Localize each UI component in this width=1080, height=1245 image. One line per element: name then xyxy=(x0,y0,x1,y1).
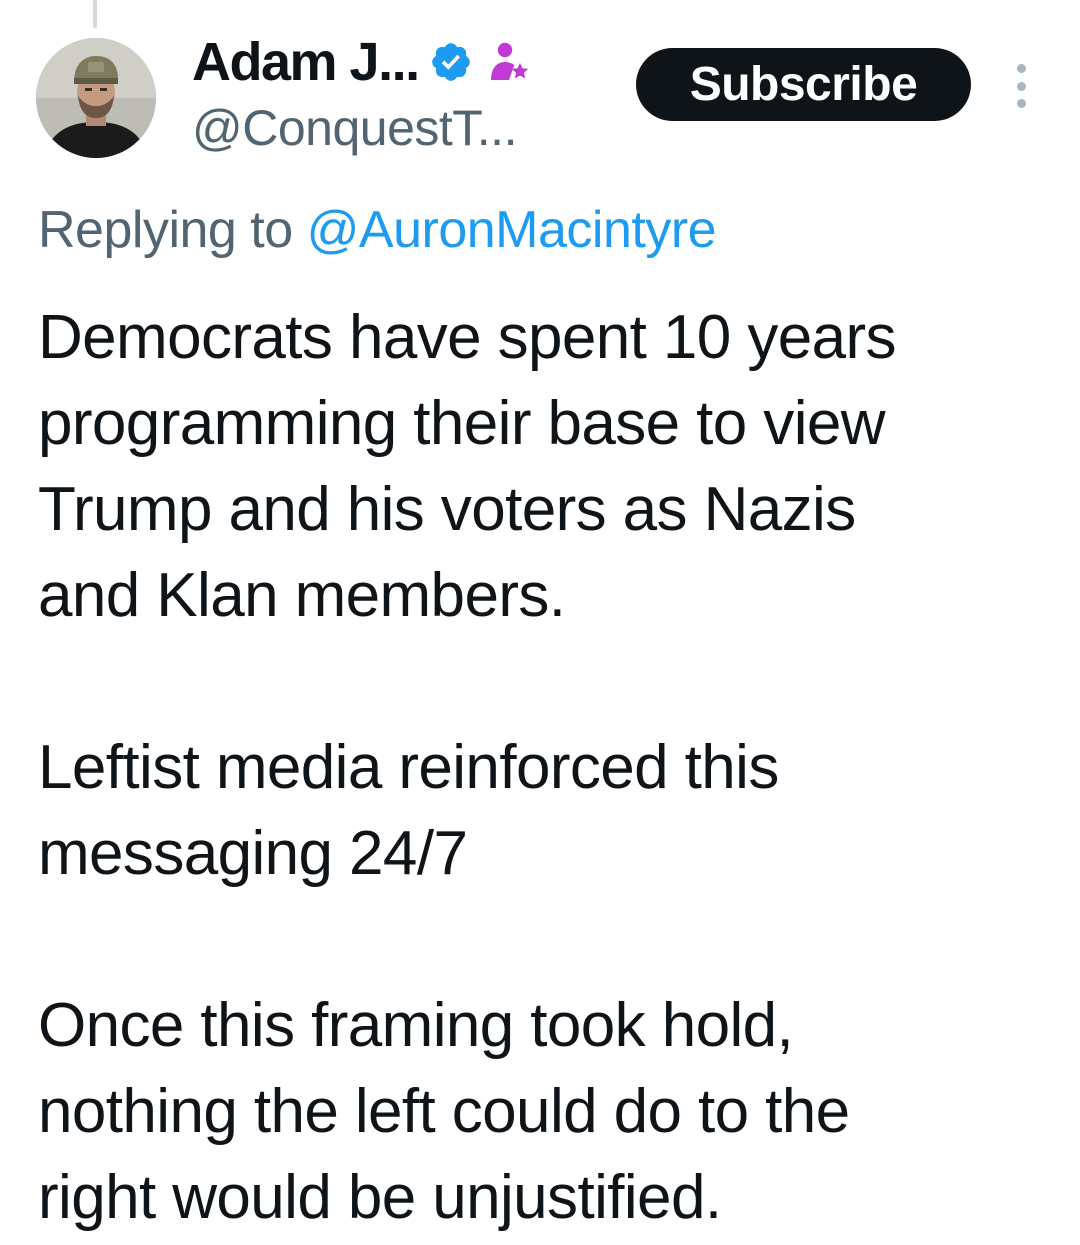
verified-badge-icon xyxy=(429,40,473,84)
author-name-row[interactable]: Adam J... xyxy=(192,30,533,94)
avatar-photo-icon xyxy=(36,38,156,158)
more-dot xyxy=(1016,64,1026,73)
tweet-paragraph: Leftist media reinforced this messaging … xyxy=(38,725,1048,897)
author-display-name[interactable]: Adam J... xyxy=(192,30,420,94)
thread-connector-line xyxy=(93,0,97,28)
tweet-text: Democrats have spent 10 years programmin… xyxy=(38,295,1048,1241)
tweet-paragraph: Once this framing took hold, nothing the… xyxy=(38,983,1048,1241)
person-star-icon xyxy=(485,38,533,86)
tweet-paragraph: Democrats have spent 10 years programmin… xyxy=(38,295,1048,639)
tweet-line: and Klan members. xyxy=(38,561,566,630)
more-dot xyxy=(1016,99,1026,108)
tweet-line: Democrats have spent 10 years xyxy=(38,303,897,372)
replying-to-prefix: Replying to xyxy=(38,201,293,259)
tweet-line: Leftist media reinforced this xyxy=(38,733,779,802)
tweet-line: messaging 24/7 xyxy=(38,819,468,888)
tweet-line: nothing the left could do to the xyxy=(38,1077,850,1146)
more-vertical-icon[interactable] xyxy=(1010,64,1032,108)
tweet-line: Once this framing took hold, xyxy=(38,991,794,1060)
author-handle[interactable]: @ConquestT... xyxy=(192,98,517,158)
more-dot xyxy=(1016,81,1026,91)
tweet-line: programming their base to view xyxy=(38,389,886,458)
subscribe-button[interactable]: Subscribe xyxy=(636,48,971,121)
tweet-line: right would be unjustified. xyxy=(38,1163,722,1232)
avatar[interactable] xyxy=(36,38,156,158)
tweet-line: Trump and his voters as Nazis xyxy=(38,475,856,544)
reply-mention-link[interactable]: @AuronMacintyre xyxy=(307,201,717,259)
replying-to-line: Replying to @AuronMacintyre xyxy=(38,198,717,262)
